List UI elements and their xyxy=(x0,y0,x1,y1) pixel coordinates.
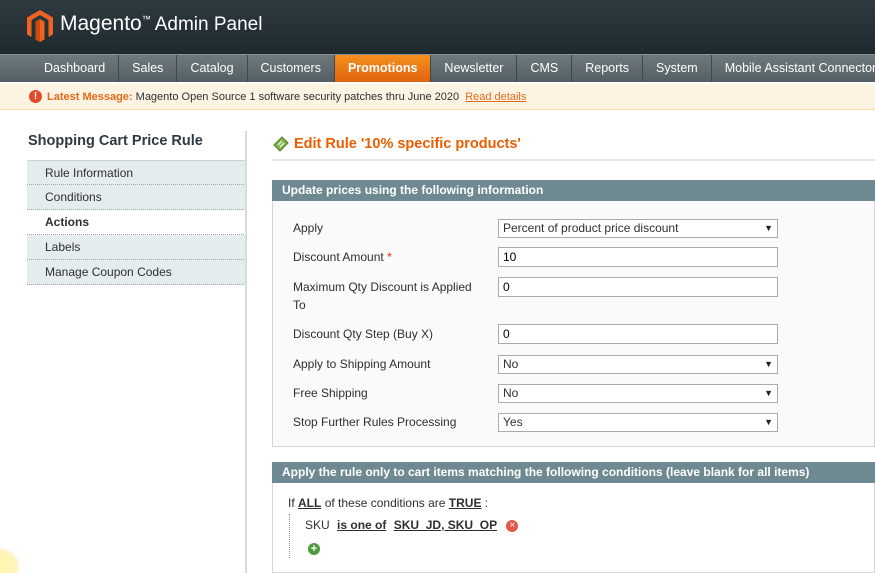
remove-condition-icon[interactable]: × xyxy=(506,519,519,532)
nav-dashboard[interactable]: Dashboard xyxy=(31,55,120,82)
tab-labels[interactable]: Labels xyxy=(27,235,246,260)
apply-shipping-label: Apply to Shipping Amount xyxy=(293,357,431,371)
brand-name: Magento xyxy=(60,12,142,35)
tab-rule-information[interactable]: Rule Information xyxy=(27,160,246,185)
apply-shipping-select[interactable]: No ▼ xyxy=(498,355,778,374)
title-divider xyxy=(272,159,875,161)
message-label: Latest Message: xyxy=(47,91,133,103)
required-marker: * xyxy=(387,250,392,264)
tab-actions[interactable]: Actions xyxy=(27,210,246,235)
sidebar-title: Shopping Cart Price Rule xyxy=(28,133,203,149)
nav-sales[interactable]: Sales xyxy=(119,55,178,82)
max-qty-label-line2: To xyxy=(293,298,306,312)
nav-reports[interactable]: Reports xyxy=(572,55,644,82)
nav-customers[interactable]: Customers xyxy=(248,55,335,82)
dropdown-arrow-icon: ▼ xyxy=(764,388,773,398)
alert-icon: ! xyxy=(29,89,42,103)
dropdown-arrow-icon: ▼ xyxy=(764,417,773,427)
apply-shipping-select-value: No xyxy=(503,357,519,371)
main-nav: Dashboard Sales Catalog Customers Promot… xyxy=(0,54,875,82)
stop-rules-select-value: Yes xyxy=(503,415,523,429)
message-bar: ! Latest Message: Magento Open Source 1 s… xyxy=(0,84,875,110)
free-shipping-select[interactable]: No ▼ xyxy=(498,384,778,403)
stop-rules-select[interactable]: Yes ▼ xyxy=(498,413,778,432)
conditions-aggregator-line: If ALL of these conditions are TRUE : xyxy=(288,496,488,510)
message-text: Magento Open Source 1 software security … xyxy=(135,91,460,103)
brand-subtitle: Admin Panel xyxy=(154,14,263,35)
page-title: Edit Rule '10% specific products' xyxy=(294,136,521,152)
apply-select[interactable]: Percent of product price discount ▼ xyxy=(498,219,778,238)
conditions-tree-line xyxy=(289,514,290,558)
condition-attribute: SKU xyxy=(305,518,330,532)
dropdown-arrow-icon: ▼ xyxy=(764,359,773,369)
read-details-link[interactable]: Read details xyxy=(465,91,526,103)
max-qty-label: Maximum Qty Discount is Applied To xyxy=(293,278,472,314)
tab-manage-coupon-codes[interactable]: Manage Coupon Codes xyxy=(27,260,246,285)
conditions-box-title: Apply the rule only to cart items matchi… xyxy=(272,462,875,483)
condition-row: SKU is one of SKU_JD, SKU_OP × xyxy=(305,518,519,532)
qty-step-input[interactable] xyxy=(498,324,778,344)
tab-conditions[interactable]: Conditions xyxy=(27,185,246,210)
header: Magento™ Admin Panel xyxy=(0,0,875,54)
magento-logo-icon[interactable] xyxy=(27,10,53,42)
trademark: ™ xyxy=(141,14,151,24)
actions-box-title: Update prices using the following inform… xyxy=(272,180,875,201)
max-qty-label-line1: Maximum Qty Discount is Applied xyxy=(293,280,472,294)
edit-rule-icon xyxy=(273,136,289,152)
max-qty-input[interactable] xyxy=(498,277,778,297)
nav-newsletter[interactable]: Newsletter xyxy=(431,55,518,82)
free-shipping-label: Free Shipping xyxy=(293,386,368,400)
discount-amount-label: Discount Amount * xyxy=(293,248,392,266)
apply-label: Apply xyxy=(293,221,324,235)
discount-amount-input[interactable] xyxy=(498,247,778,267)
free-shipping-select-value: No xyxy=(503,386,519,400)
nav-catalog[interactable]: Catalog xyxy=(177,55,248,82)
apply-select-value: Percent of product price discount xyxy=(503,221,679,235)
discount-amount-label-text: Discount Amount xyxy=(293,250,384,264)
aggregator-value-link[interactable]: TRUE xyxy=(449,496,482,510)
qty-step-label: Discount Qty Step (Buy X) xyxy=(293,327,434,341)
nav-cms[interactable]: CMS xyxy=(517,55,573,82)
nav-promotions[interactable]: Promotions xyxy=(334,55,432,82)
condition-value-link[interactable]: SKU_JD, SKU_OP xyxy=(394,518,497,532)
conditions-middle-text: of these conditions are xyxy=(324,496,446,510)
aggregator-link[interactable]: ALL xyxy=(298,496,321,510)
dropdown-arrow-icon: ▼ xyxy=(764,223,773,233)
sidebar-tabs: Rule Information Conditions Actions Labe… xyxy=(27,160,246,285)
cursor-highlight xyxy=(0,548,20,573)
stop-rules-label: Stop Further Rules Processing xyxy=(293,415,457,429)
brand-title[interactable]: Magento™ Admin Panel xyxy=(60,12,262,36)
condition-operator-link[interactable]: is one of xyxy=(337,518,386,532)
if-text: If xyxy=(288,496,295,510)
sidebar-divider xyxy=(245,131,247,573)
conditions-colon: : xyxy=(484,496,489,510)
nav-system[interactable]: System xyxy=(643,55,712,82)
add-condition-icon[interactable]: + xyxy=(308,543,320,555)
nav-mobile-assistant-connector[interactable]: Mobile Assistant Connector xyxy=(712,55,875,82)
